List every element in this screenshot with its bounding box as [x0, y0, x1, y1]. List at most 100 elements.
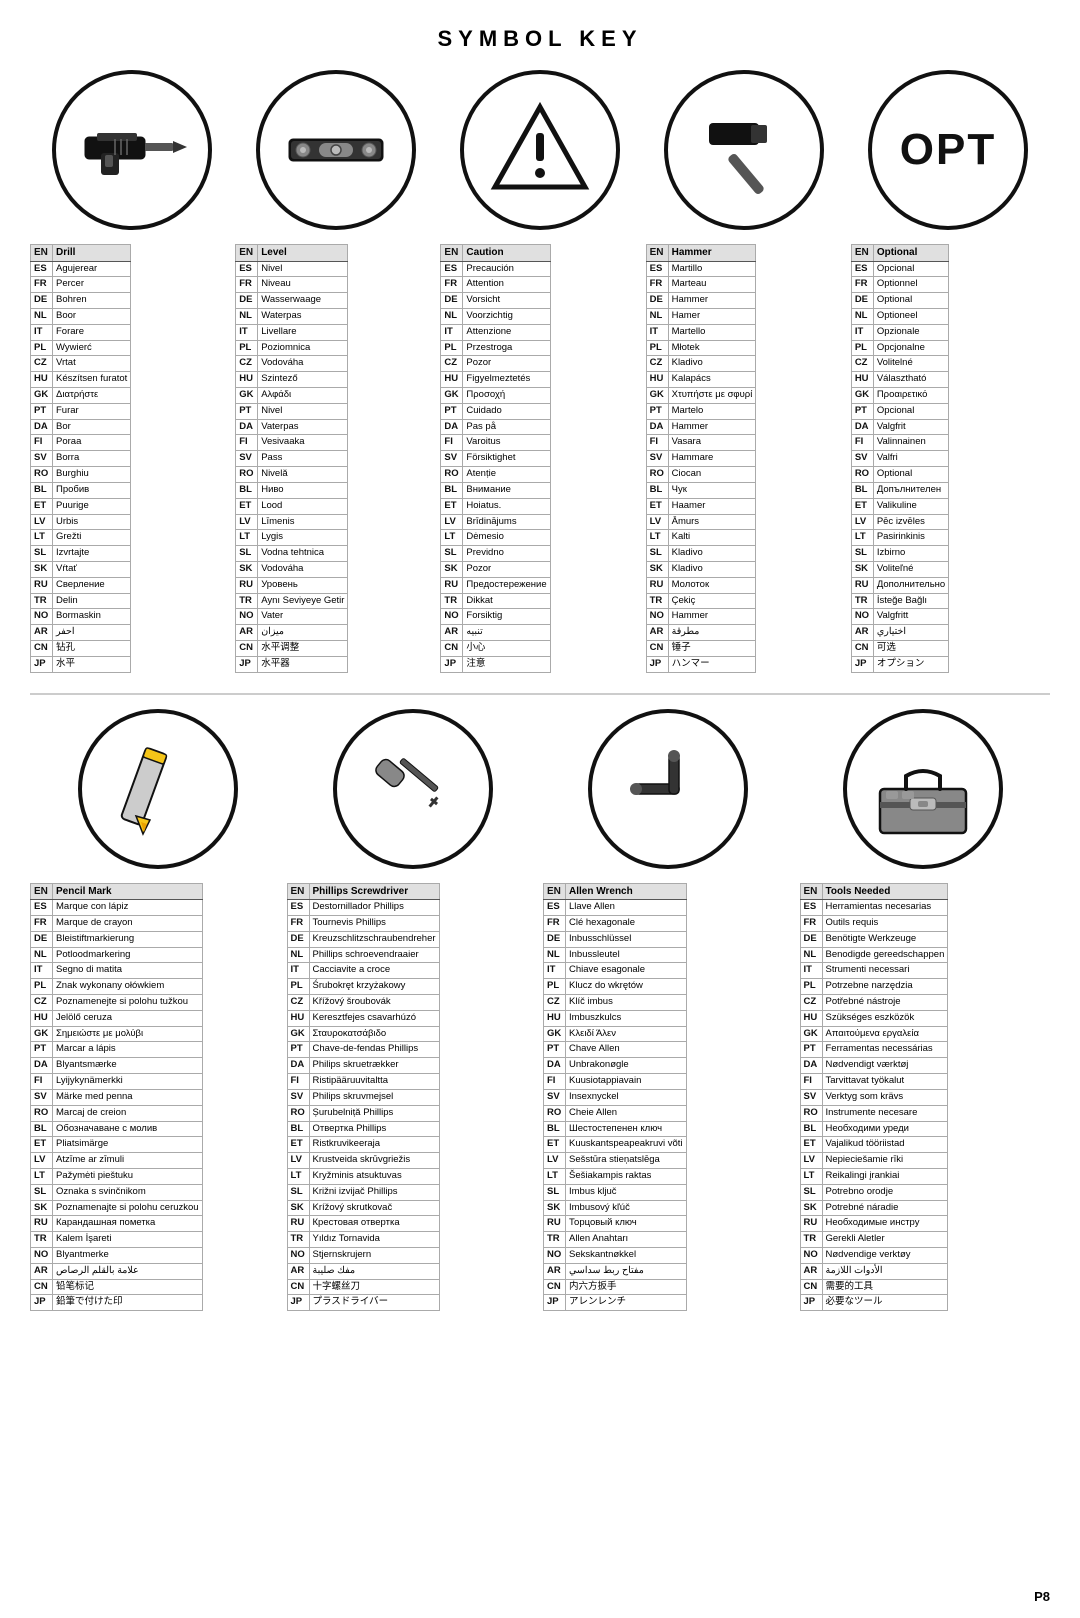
table-row: BLШестостепенен ключ [544, 1121, 687, 1137]
phillips-screwdriver-icon [333, 709, 493, 869]
table-row: ESOpcional [851, 261, 948, 277]
table-row: SLIzvrtajte [31, 546, 131, 562]
table-row: JPハンマー [646, 656, 756, 672]
table-row: TRÇekiç [646, 593, 756, 609]
table-row: SKVodováha [236, 561, 348, 577]
table-row: FROutils requis [800, 915, 948, 931]
table-row: SLKladivo [646, 546, 756, 562]
table-row: NLOptioneel [851, 308, 948, 324]
table-row: NOStjernskrujern [287, 1248, 439, 1264]
table-row: ITLivellare [236, 324, 348, 340]
table-row: JP水平 [31, 656, 131, 672]
table-row: LTDėmesio [441, 530, 550, 546]
table-row: CN铅笔标记 [31, 1279, 203, 1295]
table-row: CZKladivo [646, 356, 756, 372]
table-row: RUСверление [31, 577, 131, 593]
table-row: DEOptional [851, 293, 948, 309]
table-row: DEBenötigte Werkzeuge [800, 931, 948, 947]
table-row: TRYıldız Tornavida [287, 1232, 439, 1248]
table-row: FRClé hexagonale [544, 915, 687, 931]
table-row: HUSzintező [236, 372, 348, 388]
symbol-table: ENHammerESMartilloFRMarteauDEHammerNLHam… [646, 244, 757, 673]
table-row: ARاختياري [851, 625, 948, 641]
table-row: NOValgfritt [851, 609, 948, 625]
table-row: HUJelölő ceruza [31, 1010, 203, 1026]
table-row: SVBorra [31, 451, 131, 467]
table-row: FIValinnainen [851, 435, 948, 451]
table-row: FITarvittavat työkalut [800, 1074, 948, 1090]
table-row: FRNiveau [236, 277, 348, 293]
table-row: CZPoznamenejte si polohu tužkou [31, 995, 203, 1011]
table-row: CZPozor [441, 356, 550, 372]
table-row: TRDikkat [441, 593, 550, 609]
table-row: DAHammer [646, 419, 756, 435]
table-row: DEBleistiftmarkierung [31, 931, 203, 947]
pencil-icon [78, 709, 238, 869]
table-row: PLZnak wykonany ołówkiem [31, 979, 203, 995]
table-row: LTPasirinkinis [851, 530, 948, 546]
table-row: SKVŕtať [31, 561, 131, 577]
table-row: CZKlíč imbus [544, 995, 687, 1011]
table-row: SKKrížový skrutkovač [287, 1200, 439, 1216]
table-row: DABor [31, 419, 131, 435]
table-row: TRKalem İşareti [31, 1232, 203, 1248]
table-row: ARميزان [236, 625, 348, 641]
table-row: GKΣταυροκατσάβιδο [287, 1026, 439, 1042]
table-row: ESDestornillador Phillips [287, 900, 439, 916]
table-row: JP注意 [441, 656, 550, 672]
table-row: ITAttenzione [441, 324, 550, 340]
table-row: GKΑλφάδι [236, 388, 348, 404]
icons-row-2 [30, 709, 1050, 869]
table-row: GKΧτυπήστε με σφυρί [646, 388, 756, 404]
table-row: PTChave Allen [544, 1042, 687, 1058]
table-row: ROOptional [851, 467, 948, 483]
table-row: HUImbuszkulcs [544, 1010, 687, 1026]
table-row: FRMarteau [646, 277, 756, 293]
table-row: SLOznaka s svinčnikom [31, 1184, 203, 1200]
table-row: HUFigyelmeztetés [441, 372, 550, 388]
table-row: DEInbusschlüssel [544, 931, 687, 947]
table-row: LVUrbis [31, 514, 131, 530]
table-row: BLДопълнителен [851, 482, 948, 498]
table-row: TRGerekli Aletler [800, 1232, 948, 1248]
page-number: P8 [1034, 1589, 1050, 1604]
table-row: FRAttention [441, 277, 550, 293]
optional-icon: OPT [868, 70, 1028, 230]
table-row: ETPliatsimärge [31, 1137, 203, 1153]
table-row: DAValgfrit [851, 419, 948, 435]
table-row: GKΠροσοχή [441, 388, 550, 404]
table-row: FRMarque de crayon [31, 915, 203, 931]
table-row: FIRistipääruuvitaltta [287, 1074, 439, 1090]
table-row: CN锤子 [646, 641, 756, 657]
table-row: SVMärke med penna [31, 1089, 203, 1105]
table-row: PTMarcar a lápis [31, 1042, 203, 1058]
table-row: RONivelă [236, 467, 348, 483]
table-row: BLНеобходими уреди [800, 1121, 948, 1137]
table-row: ROȘurubelniță Phillips [287, 1105, 439, 1121]
table-row: ETLood [236, 498, 348, 514]
table-row: ETKuuskantspeapeakruvi võti [544, 1137, 687, 1153]
table-row: GKΠροαιρετικό [851, 388, 948, 404]
table-row: DAUnbrakonøgle [544, 1058, 687, 1074]
table-row: LVLīmenis [236, 514, 348, 530]
table-row: SKPozor [441, 561, 550, 577]
table-row: SVValfri [851, 451, 948, 467]
table-row: ETVajalikud tööriistad [800, 1137, 948, 1153]
toolbox-icon [843, 709, 1003, 869]
table-row: PLPotrzebne narzędzia [800, 979, 948, 995]
table-row: SKPotrebné náradie [800, 1200, 948, 1216]
table-row: ARمطرقة [646, 625, 756, 641]
table-row: CZVolitelné [851, 356, 948, 372]
table-row: DAVaterpas [236, 419, 348, 435]
table-row: CZVodováha [236, 356, 348, 372]
table-row: ROInstrumente necesare [800, 1105, 948, 1121]
table-row: JPプラスドライバー [287, 1295, 439, 1311]
symbol-table: ENTools NeededESHerramientas necesariasF… [800, 883, 949, 1312]
table-row: SKImbusový kľúč [544, 1200, 687, 1216]
table-row: CN十字螺丝刀 [287, 1279, 439, 1295]
table-row: ESMartillo [646, 261, 756, 277]
tables-row-2: ENPencil MarkESMarque con lápizFRMarque … [30, 883, 1050, 1312]
table-row: HUKészítsen furatot [31, 372, 131, 388]
table-row: DEHammer [646, 293, 756, 309]
table-row: LVPēc izvēles [851, 514, 948, 530]
